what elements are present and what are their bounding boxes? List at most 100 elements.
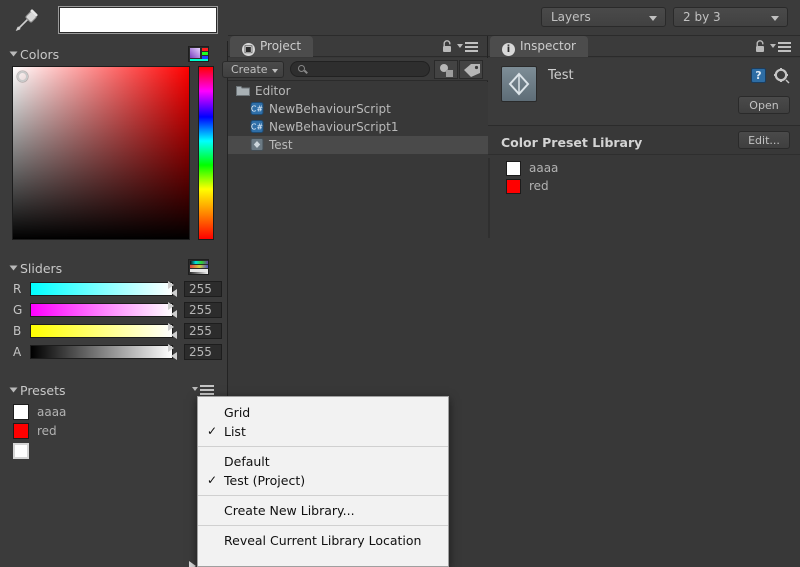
slider-track-r[interactable]: [30, 282, 173, 296]
tree-item-newbehaviourscript[interactable]: C# NewBehaviourScript: [228, 100, 488, 118]
tree-item-newbehaviourscript1[interactable]: C# NewBehaviourScript1: [228, 118, 488, 136]
svg-text:C#: C#: [251, 123, 264, 132]
info-icon: i: [502, 43, 515, 56]
preset-row-aaaa[interactable]: aaaa: [0, 402, 228, 421]
menu-item-test-project[interactable]: ✓ Test (Project): [198, 471, 448, 490]
slider-knob-g[interactable]: [168, 301, 177, 319]
menu-item-default[interactable]: Default: [198, 452, 448, 471]
preset-swatch[interactable]: [506, 161, 521, 176]
current-color-swatch[interactable]: [58, 6, 218, 34]
menu-item-list[interactable]: ✓ List: [198, 422, 448, 441]
project-tab-strip: ▣ Project: [228, 36, 487, 57]
unity-asset-icon: [250, 138, 264, 151]
layers-dropdown[interactable]: Layers: [541, 7, 666, 27]
menu-item-create-new-library[interactable]: Create New Library...: [198, 501, 448, 520]
menu-separator: [198, 446, 448, 447]
saturation-value-field[interactable]: [12, 66, 190, 240]
preset-swatch[interactable]: [506, 179, 521, 194]
chevron-down-icon: [272, 69, 278, 73]
slider-label-b: B: [13, 324, 22, 338]
slider-value-b[interactable]: 255: [184, 323, 222, 339]
unity-asset-icon: [501, 66, 537, 102]
slider-track-g[interactable]: [30, 303, 173, 317]
inspector-preset-row-red[interactable]: red: [488, 178, 800, 196]
tree-item-editor[interactable]: Editor: [228, 82, 488, 100]
eyedropper-icon[interactable]: [12, 7, 42, 33]
search-input[interactable]: [290, 61, 430, 77]
sv-cursor[interactable]: [17, 71, 28, 82]
project-icon: ▣: [242, 43, 255, 56]
preset-swatch[interactable]: [13, 404, 29, 420]
hue-marker-left[interactable]: [189, 561, 196, 567]
svg-text:C#: C#: [251, 105, 264, 114]
tab-project[interactable]: ▣ Project: [230, 36, 314, 57]
panel-menu-icon[interactable]: [770, 41, 792, 53]
slider-label-g: G: [13, 303, 23, 317]
preset-label: red: [37, 424, 57, 438]
menu-check-icon: ✓: [207, 473, 218, 487]
gear-icon[interactable]: [773, 67, 790, 84]
menu-item-label: Grid: [224, 405, 251, 420]
layout-dropdown-label: 2 by 3: [683, 10, 721, 24]
edit-button[interactable]: Edit...: [738, 131, 790, 149]
slider-mode-icon[interactable]: [188, 259, 209, 275]
slider-row-b[interactable]: B 255: [0, 323, 228, 341]
add-preset-button[interactable]: [13, 443, 29, 459]
tree-item-label: Editor: [255, 84, 291, 98]
menu-item-label: Test (Project): [224, 473, 306, 488]
search-icon: [298, 65, 305, 72]
foldout-triangle-icon: [9, 51, 18, 57]
menu-separator: [198, 525, 448, 526]
asset-name: Test: [548, 68, 574, 83]
menu-item-reveal-library-location[interactable]: Reveal Current Library Location: [198, 531, 448, 550]
palette-icon[interactable]: [188, 46, 209, 62]
top-toolbar: Layers 2 by 3: [228, 0, 800, 36]
slider-knob-r[interactable]: [168, 280, 177, 298]
sliders-section-label: Sliders: [20, 261, 63, 276]
preset-row-red[interactable]: red: [0, 421, 228, 440]
project-toolbar: Create: [222, 58, 488, 81]
menu-item-label: List: [224, 424, 246, 439]
slider-value-r[interactable]: 255: [184, 281, 222, 297]
slider-row-g[interactable]: G 255: [0, 302, 228, 320]
panel-menu-icon[interactable]: [457, 41, 479, 53]
slider-track-b[interactable]: [30, 324, 173, 338]
menu-item-label: Default: [224, 454, 270, 469]
hue-slider[interactable]: [198, 66, 214, 240]
inspector-preset-row-aaaa[interactable]: aaaa: [488, 160, 800, 178]
menu-separator: [198, 495, 448, 496]
library-context-menu[interactable]: Grid ✓ List Default ✓ Test (Project) Cre…: [197, 396, 449, 567]
tab-inspector[interactable]: i Inspector: [490, 36, 588, 57]
slider-row-a[interactable]: A 255: [0, 344, 228, 362]
tab-inspector-label: Inspector: [520, 39, 576, 53]
slider-label-r: R: [13, 282, 22, 296]
component-title: Color Preset Library: [501, 135, 643, 150]
colors-section-label: Colors: [20, 47, 60, 62]
filter-by-type-icon[interactable]: [434, 60, 458, 79]
chevron-down-icon: [649, 16, 657, 21]
options-menu-icon[interactable]: [191, 383, 215, 397]
slider-value-g[interactable]: 255: [184, 302, 222, 318]
inspector-asset-header: Test ? Open: [488, 58, 800, 126]
csharp-script-icon: C#: [250, 102, 264, 115]
csharp-script-icon: C#: [250, 120, 264, 133]
menu-item-label: Create New Library...: [224, 503, 355, 518]
filter-by-label-icon[interactable]: [459, 60, 483, 79]
slider-value-a[interactable]: 255: [184, 344, 222, 360]
layout-dropdown[interactable]: 2 by 3: [673, 7, 788, 27]
open-button[interactable]: Open: [738, 96, 790, 114]
lock-icon[interactable]: [754, 40, 766, 53]
preset-swatch[interactable]: [13, 423, 29, 439]
slider-knob-a[interactable]: [168, 343, 177, 361]
create-button[interactable]: Create: [222, 61, 284, 78]
slider-knob-b[interactable]: [168, 322, 177, 340]
slider-track-a[interactable]: [30, 345, 173, 359]
menu-item-grid[interactable]: Grid: [198, 403, 448, 422]
slider-label-a: A: [13, 345, 22, 359]
slider-row-r[interactable]: R 255: [0, 281, 228, 299]
preset-label: aaaa: [529, 161, 559, 175]
lock-icon[interactable]: [441, 40, 453, 53]
help-book-icon[interactable]: ?: [751, 68, 766, 83]
create-button-label: Create: [231, 63, 268, 76]
tree-item-test[interactable]: Test: [228, 136, 488, 154]
